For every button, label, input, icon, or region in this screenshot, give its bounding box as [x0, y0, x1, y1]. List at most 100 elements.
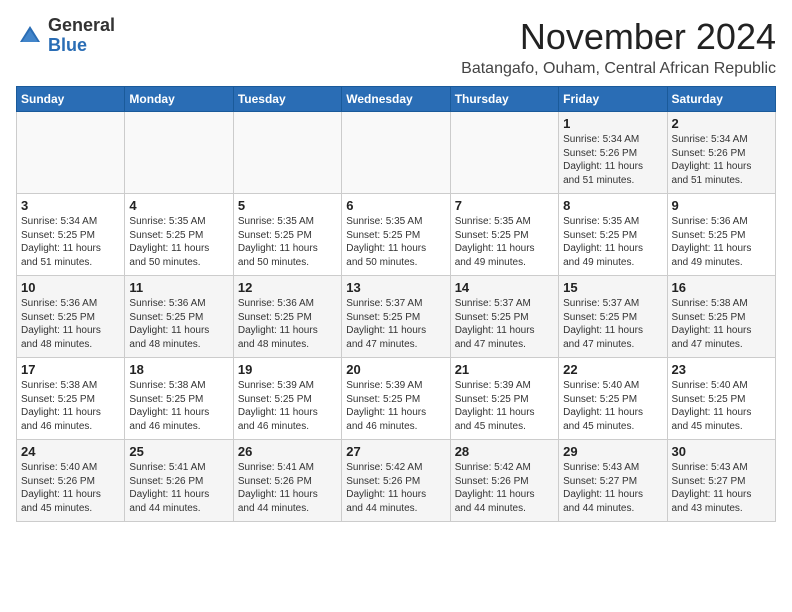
calendar-week-4: 17Sunrise: 5:38 AM Sunset: 5:25 PM Dayli… — [17, 358, 776, 440]
calendar-cell: 30 Sunrise: 5:43 AM Sunset: 5:27 PM Dayli… — [667, 440, 775, 522]
day-info: Sunrise: 5:36 AM Sunset: 5:25 PM Dayligh… — [21, 297, 120, 351]
calendar-cell: 21 Sunrise: 5:39 AM Sunset: 5:25 PM Dayli… — [450, 358, 558, 440]
day-number: 3 — [21, 198, 120, 213]
day-number: 23 — [672, 362, 771, 377]
day-number: 10 — [21, 280, 120, 295]
weekday-row: SundayMondayTuesdayWednesdayThursdayFrid… — [17, 87, 776, 112]
weekday-header-friday: Friday — [559, 87, 667, 112]
weekday-header-saturday: Saturday — [667, 87, 775, 112]
day-number: 9 — [672, 198, 771, 213]
day-number: 8 — [563, 198, 662, 213]
calendar-cell — [233, 112, 341, 194]
calendar-week-1: 1 Sunrise: 5:34 AM Sunset: 5:26 PM Daylig… — [17, 112, 776, 194]
day-info: Sunrise: 5:35 AM Sunset: 5:25 PM Dayligh… — [238, 215, 337, 269]
day-number: 7 — [455, 198, 554, 213]
day-number: 30 — [672, 444, 771, 459]
calendar-cell: 8 Sunrise: 5:35 AM Sunset: 5:25 PM Daylig… — [559, 194, 667, 276]
day-number: 5 — [238, 198, 337, 213]
calendar-cell: 27Sunrise: 5:42 AM Sunset: 5:26 PM Dayli… — [342, 440, 450, 522]
day-number: 21 — [455, 362, 554, 377]
day-info: Sunrise: 5:37 AM Sunset: 5:25 PM Dayligh… — [455, 297, 554, 351]
calendar-cell: 25Sunrise: 5:41 AM Sunset: 5:26 PM Dayli… — [125, 440, 233, 522]
page-header: General Blue November 2024 Batangafo, Ou… — [16, 16, 776, 78]
day-number: 16 — [672, 280, 771, 295]
logo-icon — [16, 22, 44, 50]
day-number: 1 — [563, 116, 662, 131]
day-number: 13 — [346, 280, 445, 295]
day-number: 29 — [563, 444, 662, 459]
day-number: 15 — [563, 280, 662, 295]
day-info: Sunrise: 5:36 AM Sunset: 5:25 PM Dayligh… — [129, 297, 228, 351]
calendar-week-2: 3Sunrise: 5:34 AM Sunset: 5:25 PM Daylig… — [17, 194, 776, 276]
calendar-week-3: 10 Sunrise: 5:36 AM Sunset: 5:25 PM Dayli… — [17, 276, 776, 358]
calendar-cell — [17, 112, 125, 194]
day-number: 28 — [455, 444, 554, 459]
day-info: Sunrise: 5:34 AM Sunset: 5:26 PM Dayligh… — [672, 133, 771, 187]
day-info: Sunrise: 5:38 AM Sunset: 5:25 PM Dayligh… — [672, 297, 771, 351]
calendar-cell: 16 Sunrise: 5:38 AM Sunset: 5:25 PM Dayli… — [667, 276, 775, 358]
calendar-cell: 22 Sunrise: 5:40 AM Sunset: 5:25 PM Dayli… — [559, 358, 667, 440]
day-number: 22 — [563, 362, 662, 377]
day-number: 24 — [21, 444, 120, 459]
day-number: 6 — [346, 198, 445, 213]
location-title: Batangafo, Ouham, Central African Republ… — [461, 60, 776, 78]
day-info: Sunrise: 5:38 AM Sunset: 5:25 PM Dayligh… — [21, 379, 120, 433]
calendar-body: 1 Sunrise: 5:34 AM Sunset: 5:26 PM Daylig… — [17, 112, 776, 522]
calendar-cell: 5 Sunrise: 5:35 AM Sunset: 5:25 PM Daylig… — [233, 194, 341, 276]
day-number: 18 — [129, 362, 228, 377]
day-number: 19 — [238, 362, 337, 377]
calendar-cell: 11 Sunrise: 5:36 AM Sunset: 5:25 PM Dayli… — [125, 276, 233, 358]
day-info: Sunrise: 5:40 AM Sunset: 5:25 PM Dayligh… — [672, 379, 771, 433]
calendar-cell: 10 Sunrise: 5:36 AM Sunset: 5:25 PM Dayli… — [17, 276, 125, 358]
calendar-cell: 14 Sunrise: 5:37 AM Sunset: 5:25 PM Dayli… — [450, 276, 558, 358]
day-number: 26 — [238, 444, 337, 459]
weekday-header-tuesday: Tuesday — [233, 87, 341, 112]
day-info: Sunrise: 5:37 AM Sunset: 5:25 PM Dayligh… — [563, 297, 662, 351]
calendar-cell — [125, 112, 233, 194]
calendar-cell: 23 Sunrise: 5:40 AM Sunset: 5:25 PM Dayli… — [667, 358, 775, 440]
day-number: 14 — [455, 280, 554, 295]
calendar-cell: 9 Sunrise: 5:36 AM Sunset: 5:25 PM Daylig… — [667, 194, 775, 276]
day-info: Sunrise: 5:36 AM Sunset: 5:25 PM Dayligh… — [672, 215, 771, 269]
calendar-cell: 29 Sunrise: 5:43 AM Sunset: 5:27 PM Dayli… — [559, 440, 667, 522]
day-info: Sunrise: 5:36 AM Sunset: 5:25 PM Dayligh… — [238, 297, 337, 351]
calendar-cell: 19Sunrise: 5:39 AM Sunset: 5:25 PM Dayli… — [233, 358, 341, 440]
calendar-cell: 17Sunrise: 5:38 AM Sunset: 5:25 PM Dayli… — [17, 358, 125, 440]
day-number: 4 — [129, 198, 228, 213]
logo-text: General Blue — [48, 16, 115, 56]
day-number: 2 — [672, 116, 771, 131]
day-info: Sunrise: 5:40 AM Sunset: 5:25 PM Dayligh… — [563, 379, 662, 433]
day-info: Sunrise: 5:34 AM Sunset: 5:26 PM Dayligh… — [563, 133, 662, 187]
day-info: Sunrise: 5:39 AM Sunset: 5:25 PM Dayligh… — [346, 379, 445, 433]
day-info: Sunrise: 5:41 AM Sunset: 5:26 PM Dayligh… — [238, 461, 337, 515]
calendar-cell: 28 Sunrise: 5:42 AM Sunset: 5:26 PM Dayli… — [450, 440, 558, 522]
weekday-header-thursday: Thursday — [450, 87, 558, 112]
month-title: November 2024 — [461, 16, 776, 58]
calendar-cell: 1 Sunrise: 5:34 AM Sunset: 5:26 PM Daylig… — [559, 112, 667, 194]
calendar-cell: 13 Sunrise: 5:37 AM Sunset: 5:25 PM Dayli… — [342, 276, 450, 358]
calendar-cell — [342, 112, 450, 194]
weekday-header-monday: Monday — [125, 87, 233, 112]
day-info: Sunrise: 5:40 AM Sunset: 5:26 PM Dayligh… — [21, 461, 120, 515]
calendar-cell: 24 Sunrise: 5:40 AM Sunset: 5:26 PM Dayli… — [17, 440, 125, 522]
day-info: Sunrise: 5:42 AM Sunset: 5:26 PM Dayligh… — [455, 461, 554, 515]
day-info: Sunrise: 5:43 AM Sunset: 5:27 PM Dayligh… — [563, 461, 662, 515]
day-info: Sunrise: 5:35 AM Sunset: 5:25 PM Dayligh… — [346, 215, 445, 269]
day-number: 11 — [129, 280, 228, 295]
day-info: Sunrise: 5:35 AM Sunset: 5:25 PM Dayligh… — [563, 215, 662, 269]
calendar-cell: 26 Sunrise: 5:41 AM Sunset: 5:26 PM Dayli… — [233, 440, 341, 522]
calendar-cell: 18Sunrise: 5:38 AM Sunset: 5:25 PM Dayli… — [125, 358, 233, 440]
day-info: Sunrise: 5:43 AM Sunset: 5:27 PM Dayligh… — [672, 461, 771, 515]
calendar-cell: 15 Sunrise: 5:37 AM Sunset: 5:25 PM Dayli… — [559, 276, 667, 358]
calendar-cell — [450, 112, 558, 194]
day-info: Sunrise: 5:39 AM Sunset: 5:25 PM Dayligh… — [455, 379, 554, 433]
calendar-table: SundayMondayTuesdayWednesdayThursdayFrid… — [16, 86, 776, 522]
calendar-cell: 7Sunrise: 5:35 AM Sunset: 5:25 PM Daylig… — [450, 194, 558, 276]
logo: General Blue — [16, 16, 115, 56]
logo-general-text: General — [48, 16, 115, 36]
day-info: Sunrise: 5:37 AM Sunset: 5:25 PM Dayligh… — [346, 297, 445, 351]
weekday-header-wednesday: Wednesday — [342, 87, 450, 112]
calendar-header: SundayMondayTuesdayWednesdayThursdayFrid… — [17, 87, 776, 112]
calendar-cell: 20Sunrise: 5:39 AM Sunset: 5:25 PM Dayli… — [342, 358, 450, 440]
day-number: 25 — [129, 444, 228, 459]
